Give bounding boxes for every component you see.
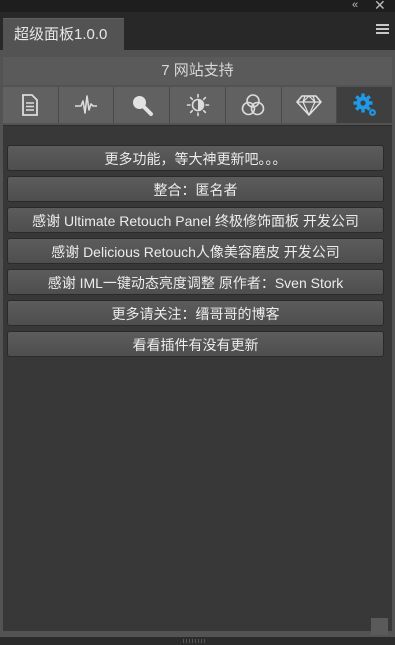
tab-search[interactable] <box>114 87 171 123</box>
check-updates-button[interactable]: 看看插件有没有更新 <box>7 331 384 357</box>
settings-gear-icon <box>353 93 376 116</box>
panel-body: 7 网站支持 更多功能，等大神更新吧。。。 整合：匿名者 感谢 Ultimate… <box>0 50 395 641</box>
brightness-icon <box>186 93 209 117</box>
rgb-circles-icon <box>241 94 265 116</box>
magnifier-icon <box>132 96 153 116</box>
panel-tab-title[interactable]: 超级面板1.0.0 <box>3 18 124 50</box>
thanks-ultimate-retouch-button[interactable]: 感谢 Ultimate Retouch Panel 终极修饰面板 开发公司 <box>7 207 384 233</box>
tab-settings[interactable] <box>337 87 393 123</box>
tab-diamond[interactable] <box>281 87 338 123</box>
integrator-credit-button[interactable]: 整合：匿名者 <box>7 176 384 202</box>
resize-handle[interactable] <box>371 618 388 635</box>
document-icon <box>22 94 39 116</box>
tab-brightness[interactable] <box>170 87 226 123</box>
tool-tabs <box>3 87 393 123</box>
tab-color[interactable] <box>225 87 282 123</box>
bottom-strip <box>0 637 395 645</box>
tab-pulse[interactable] <box>58 87 115 123</box>
close-panel-icon[interactable]: ✕ <box>374 0 386 12</box>
follow-blog-button[interactable]: 更多请关注：缙哥哥的博客 <box>7 300 384 326</box>
pulse-wave-icon <box>75 95 98 114</box>
panel-tab-bar: 超级面板1.0.0 <box>0 12 395 50</box>
diamond-icon <box>296 95 322 116</box>
tab-document[interactable] <box>3 87 59 123</box>
site-support-label: 7 网站支持 <box>3 57 392 85</box>
panel-grip-handle[interactable] <box>183 639 205 643</box>
more-features-button[interactable]: 更多功能，等大神更新吧。。。 <box>7 145 384 171</box>
action-button-list: 更多功能，等大神更新吧。。。 整合：匿名者 感谢 Ultimate Retouc… <box>7 145 384 362</box>
collapse-panel-icon[interactable]: « <box>352 0 358 12</box>
thanks-iml-button[interactable]: 感谢 IML一键动态亮度调整 原作者：Sven Stork <box>7 269 384 295</box>
settings-content-area: 更多功能，等大神更新吧。。。 整合：匿名者 感谢 Ultimate Retouc… <box>3 125 392 631</box>
window-title-strip: « ✕ <box>0 0 395 12</box>
thanks-delicious-retouch-button[interactable]: 感谢 Delicious Retouch人像美容磨皮 开发公司 <box>7 238 384 264</box>
hamburger-menu-icon[interactable] <box>376 24 389 35</box>
